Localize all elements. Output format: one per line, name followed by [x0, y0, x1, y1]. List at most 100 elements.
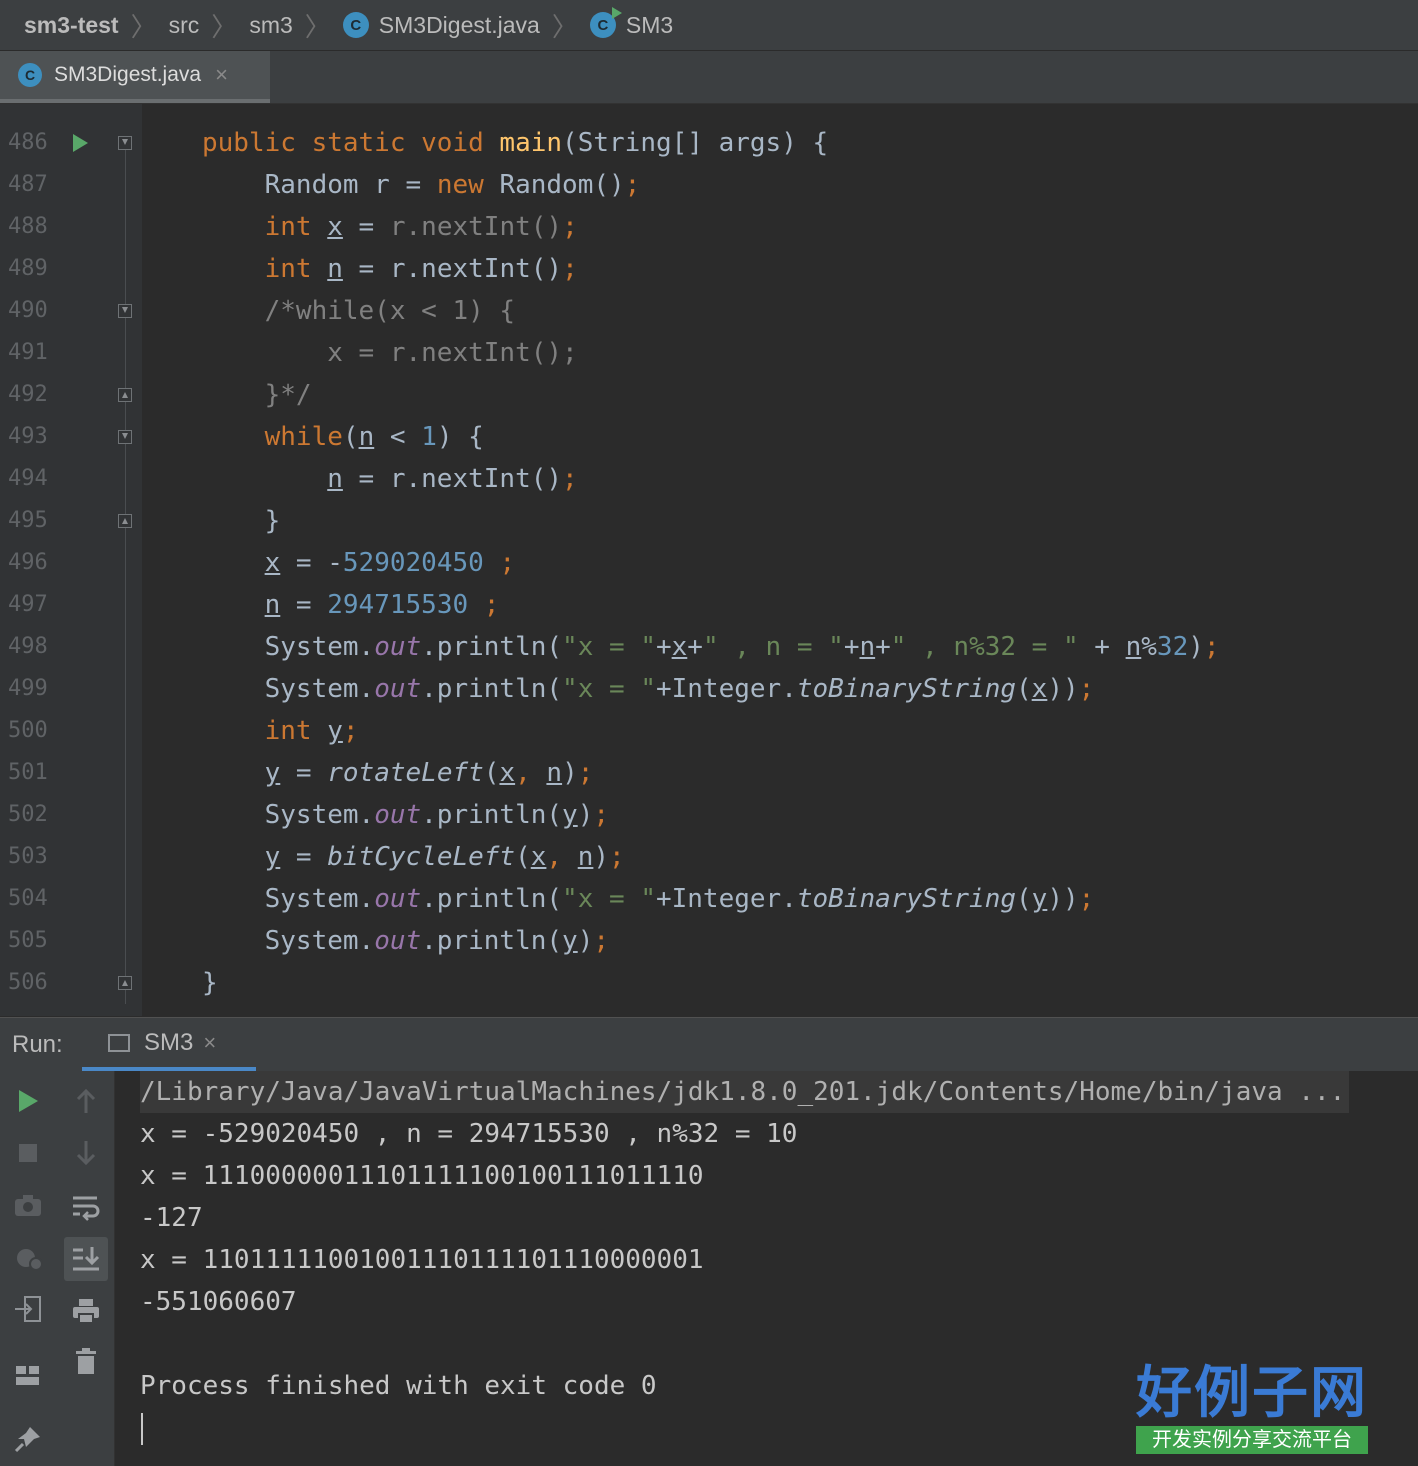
line-number: 489 — [8, 256, 48, 281]
class-icon: C — [342, 12, 369, 38]
pin-icon[interactable] — [6, 1417, 50, 1461]
watermark-subtitle: 开发实例分享交流平台 — [1136, 1426, 1368, 1454]
watermark-logo: 好例子网 开发实例分享交流平台 — [1136, 1362, 1368, 1454]
tab-sm3digest-java[interactable]: C SM3Digest.java × — [0, 51, 270, 103]
console-exit-message: Process finished with exit code 0 — [140, 1371, 657, 1401]
fold-marker-icon[interactable] — [118, 514, 132, 528]
breadcrumb-src[interactable]: src — [159, 12, 210, 39]
soft-wrap-icon[interactable] — [64, 1185, 108, 1229]
chevron-right-icon: 〉 — [211, 11, 238, 42]
code-text: y = bitCycleLeft(x, n); — [264, 842, 625, 872]
code-line-497: 497 n = 294715530 ; — [0, 584, 1418, 626]
breadcrumb-package[interactable]: sm3 — [239, 12, 302, 39]
camera-icon[interactable] — [6, 1183, 50, 1227]
run-toolbar-secondary — [57, 1071, 115, 1466]
code-text: } — [202, 968, 218, 998]
console-line: x = 11100000011101111100100111011110 — [140, 1161, 704, 1191]
stop-icon[interactable] — [6, 1131, 50, 1175]
code-line-506: 506 } — [0, 962, 1418, 1004]
fold-marker-icon[interactable] — [118, 136, 132, 150]
code-text: System.out.println("x = "+x+" , n = "+n+… — [202, 632, 1220, 662]
arrow-up-icon[interactable] — [64, 1079, 108, 1123]
code-text: } — [202, 506, 281, 536]
code-line-500: 500 int y; — [0, 710, 1418, 752]
class-icon: C — [18, 63, 42, 87]
console-line: -551060607 — [140, 1287, 297, 1317]
trash-icon[interactable] — [64, 1339, 108, 1383]
code-line-499: 499 System.out.println("x = "+Integer.to… — [0, 668, 1418, 710]
arrow-down-icon[interactable] — [64, 1131, 108, 1175]
print-icon[interactable] — [64, 1289, 108, 1333]
code-line-487: 487 Random r = new Random(); — [0, 164, 1418, 206]
console-icon — [108, 1033, 130, 1052]
breadcrumb-file[interactable]: C SM3Digest.java — [333, 12, 550, 39]
fold-marker-icon[interactable] — [118, 388, 132, 402]
login-icon[interactable] — [6, 1287, 50, 1331]
run-gutter-icon[interactable] — [73, 134, 88, 152]
line-number: 504 — [8, 886, 48, 911]
line-number: 497 — [8, 592, 48, 617]
line-number: 496 — [8, 550, 48, 575]
line-number: 505 — [8, 928, 48, 953]
debug-settings-icon[interactable] — [6, 1235, 50, 1279]
line-number: 501 — [8, 760, 48, 785]
line-number: 494 — [8, 466, 48, 491]
tab-label: SM3Digest.java — [54, 63, 202, 86]
code-line-488: 488 int x = r.nextInt(); — [0, 206, 1418, 248]
code-text: /*while(x < 1) { — [202, 296, 516, 326]
line-number: 499 — [8, 676, 48, 701]
console-line: x = 11011111001001110111101110000001 — [140, 1245, 704, 1275]
code-text: y = rotateLeft(x, n); — [264, 758, 594, 788]
console-line: -127 — [140, 1203, 203, 1233]
scroll-to-end-icon[interactable] — [64, 1237, 108, 1281]
console-line: x = -529020450 , n = 294715530 , n%32 = … — [140, 1119, 798, 1149]
code-text: int n = r.nextInt(); — [264, 254, 578, 284]
close-run-tab-icon[interactable]: × — [203, 1030, 216, 1056]
code-line-504: 504 System.out.println("x = "+Integer.to… — [0, 878, 1418, 920]
code-line-503: 503 y = bitCycleLeft(x, n); — [0, 836, 1418, 878]
code-line-494: 494 n = r.nextInt(); — [0, 458, 1418, 500]
editor-tab-bar: C SM3Digest.java × — [0, 51, 1418, 104]
code-line-501: 501 y = rotateLeft(x, n); — [0, 752, 1418, 794]
code-text: x = r.nextInt(); — [202, 338, 578, 368]
line-number: 500 — [8, 718, 48, 743]
rerun-icon[interactable] — [6, 1079, 50, 1123]
code-line-490: 490 /*while(x < 1) { — [0, 290, 1418, 332]
code-text: while(n < 1) { — [264, 422, 484, 452]
console-command-line: /Library/Java/JavaVirtualMachines/jdk1.8… — [140, 1071, 1350, 1113]
line-number: 492 — [8, 382, 48, 407]
close-tab-icon[interactable]: × — [215, 62, 228, 88]
line-number: 502 — [8, 802, 48, 827]
text-cursor — [141, 1413, 143, 1445]
code-text: n = r.nextInt(); — [327, 464, 578, 494]
chevron-right-icon: 〉 — [304, 11, 331, 42]
line-number: 503 — [8, 844, 48, 869]
code-line-502: 502 System.out.println(y); — [0, 794, 1418, 836]
line-number: 488 — [8, 214, 48, 239]
line-number: 506 — [8, 970, 48, 995]
code-text: x = -529020450 ; — [264, 548, 516, 578]
breadcrumb-class-label: SM3 — [625, 11, 674, 38]
code-text: System.out.println("x = "+Integer.toBina… — [202, 884, 1095, 914]
fold-marker-icon[interactable] — [118, 976, 132, 990]
code-line-498: 498 System.out.println("x = "+x+" , n = … — [0, 626, 1418, 668]
runnable-class-icon: C — [589, 7, 622, 38]
code-line-492: 492 }*/ — [0, 374, 1418, 416]
line-number: 490 — [8, 298, 48, 323]
fold-marker-icon[interactable] — [118, 304, 132, 318]
code-editor[interactable]: 486 public static void main(String[] arg… — [0, 104, 1418, 1016]
fold-marker-icon[interactable] — [118, 430, 132, 444]
code-text: n = 294715530 ; — [264, 590, 500, 620]
run-tab-sm3[interactable]: SM3 × — [82, 1018, 256, 1071]
breadcrumb-class[interactable]: C SM3 — [580, 7, 683, 39]
code-text: }*/ — [202, 380, 312, 410]
breadcrumb-project[interactable]: sm3-test — [0, 12, 129, 39]
line-number: 487 — [8, 172, 48, 197]
run-tab-label: SM3 — [144, 1028, 194, 1056]
code-line-493: 493 while(n < 1) { — [0, 416, 1418, 458]
line-number: 486 — [8, 130, 48, 155]
layout-icon[interactable] — [6, 1353, 50, 1397]
line-number: 493 — [8, 424, 48, 449]
line-number: 491 — [8, 340, 48, 365]
code-text: public static void main(String[] args) { — [202, 128, 829, 158]
